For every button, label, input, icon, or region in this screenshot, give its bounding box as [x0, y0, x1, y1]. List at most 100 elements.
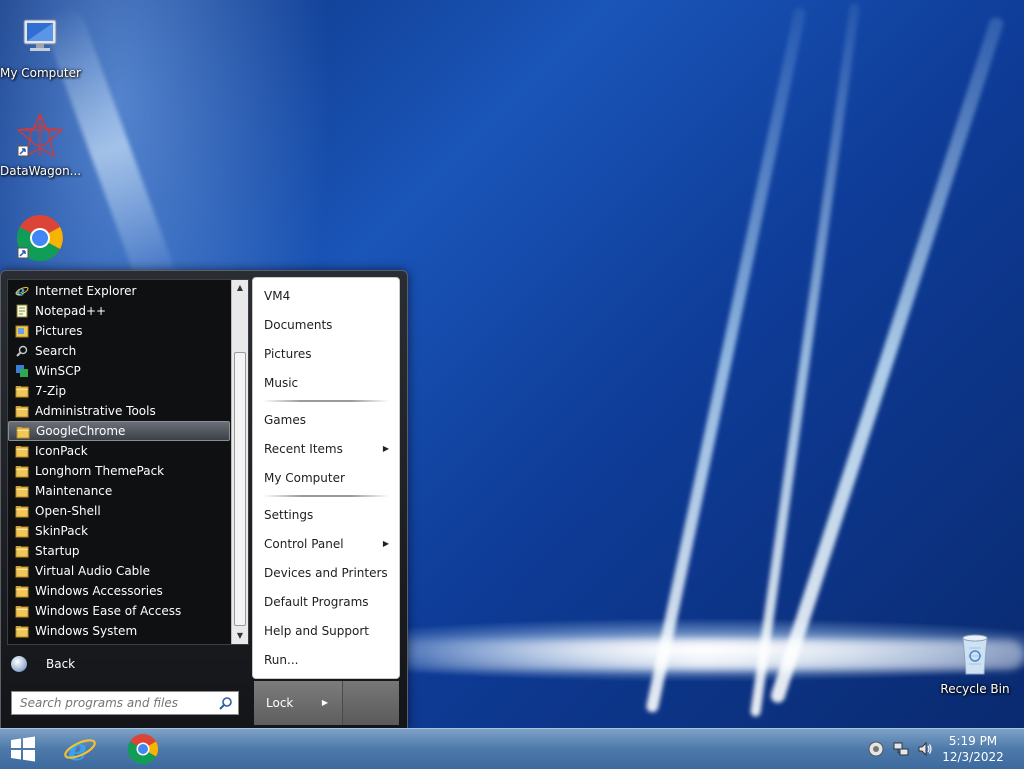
- place-games[interactable]: Games: [253, 406, 399, 434]
- program-label: Virtual Audio Cable: [35, 564, 151, 578]
- program-item[interactable]: GoogleChrome: [8, 421, 230, 441]
- program-item[interactable]: Maintenance: [8, 481, 230, 501]
- place-pictures[interactable]: Pictures: [253, 340, 399, 368]
- separator: [263, 400, 389, 402]
- program-label: 7-Zip: [35, 384, 67, 398]
- shutdown-options-button[interactable]: [342, 681, 399, 725]
- folder-icon: [16, 425, 30, 439]
- folder-icon: [15, 464, 29, 478]
- folder-icon: [15, 624, 29, 638]
- place-help-support[interactable]: Help and Support: [253, 617, 399, 645]
- recycle-bin-icon: [951, 630, 999, 678]
- place-documents[interactable]: Documents: [253, 311, 399, 339]
- program-item[interactable]: Windows Ease of Access: [8, 601, 230, 621]
- internet-explorer-icon: e: [64, 733, 96, 768]
- program-item[interactable]: Pictures: [8, 321, 230, 341]
- chrome-icon: [127, 734, 159, 765]
- scroll-up-arrow-icon[interactable]: ▲: [232, 280, 248, 296]
- folder-icon: [15, 604, 29, 618]
- lock-button[interactable]: Lock ▶: [254, 681, 342, 725]
- program-item[interactable]: Administrative Tools: [8, 401, 230, 421]
- desktop-icon-my-computer[interactable]: My Computer: [0, 14, 81, 80]
- program-item[interactable]: SkinPack: [8, 521, 230, 541]
- program-item[interactable]: WinSCP: [8, 361, 230, 381]
- program-label: Pictures: [35, 324, 83, 338]
- desktop-icon-recycle-bin[interactable]: Recycle Bin: [935, 630, 1015, 696]
- place-devices-printers[interactable]: Devices and Printers: [253, 559, 399, 587]
- desktop-icon-label: My Computer: [0, 66, 81, 80]
- datawagon-icon: [16, 112, 64, 160]
- folder-icon: [15, 564, 29, 578]
- folder-icon: [15, 384, 29, 398]
- program-item[interactable]: Notepad++: [8, 301, 230, 321]
- programs-panel: e Internet Explorer Notepad++ Pictures Searc…: [7, 279, 249, 645]
- folder-icon: [15, 404, 29, 418]
- program-label: IconPack: [35, 444, 88, 458]
- search-icon[interactable]: [219, 695, 233, 710]
- program-item[interactable]: 7-Zip: [8, 381, 230, 401]
- monitor-icon: [16, 14, 64, 62]
- clock-date: 12/3/2022: [942, 750, 1004, 764]
- desktop-icon-datawagon[interactable]: DataWagon...: [0, 112, 81, 178]
- place-settings[interactable]: Settings: [253, 501, 399, 529]
- programs-scrollbar[interactable]: ▲ ▼: [231, 280, 248, 644]
- place-my-computer[interactable]: My Computer: [253, 464, 399, 492]
- clock[interactable]: 5:19 PM 12/3/2022: [938, 733, 1008, 765]
- program-label: Startup: [35, 544, 80, 558]
- program-item[interactable]: Search: [8, 341, 230, 361]
- submenu-arrow-icon: ▶: [382, 539, 389, 548]
- program-label: Notepad++: [35, 304, 107, 318]
- winscp-icon: [15, 364, 29, 378]
- back-button[interactable]: Back: [9, 651, 239, 677]
- speaker-icon[interactable]: [917, 741, 933, 757]
- place-recent-items[interactable]: Recent Items ▶: [253, 435, 399, 463]
- light-streak: [645, 6, 807, 714]
- folder-icon: [15, 524, 29, 538]
- folder-icon: [15, 444, 29, 458]
- folder-icon: [15, 544, 29, 558]
- back-arrow-icon: [11, 656, 27, 672]
- back-label: Back: [46, 657, 76, 671]
- windows-logo-icon: [11, 736, 35, 762]
- start-menu: e Internet Explorer Notepad++ Pictures Searc…: [0, 270, 408, 730]
- place-music[interactable]: Music: [253, 369, 399, 397]
- program-item[interactable]: Longhorn ThemePack: [8, 461, 230, 481]
- scroll-down-arrow-icon[interactable]: ▼: [232, 628, 248, 644]
- search-box[interactable]: [11, 691, 239, 715]
- place-run[interactable]: Run...: [253, 646, 399, 674]
- folder-icon: [15, 584, 29, 598]
- notepad-icon: [15, 304, 29, 318]
- program-item[interactable]: Open-Shell: [8, 501, 230, 521]
- submenu-arrow-icon: ▶: [382, 444, 389, 453]
- start-button[interactable]: [8, 735, 38, 763]
- program-label: Open-Shell: [35, 504, 101, 518]
- place-control-panel[interactable]: Control Panel ▶: [253, 530, 399, 558]
- network-icon[interactable]: [893, 741, 909, 757]
- place-vm4[interactable]: VM4: [253, 282, 399, 310]
- taskbar-internet-explorer[interactable]: e: [62, 732, 98, 768]
- desktop-icon-chrome[interactable]: [0, 214, 80, 266]
- search-input[interactable]: [18, 692, 212, 714]
- light-horizon: [380, 640, 1024, 670]
- program-label: Search: [35, 344, 77, 358]
- program-label: Internet Explorer: [35, 284, 137, 298]
- taskbar-chrome[interactable]: [125, 732, 161, 766]
- program-label: SkinPack: [35, 524, 89, 538]
- svg-text:e: e: [68, 733, 87, 766]
- program-item[interactable]: IconPack: [8, 441, 230, 461]
- scrollbar-thumb[interactable]: [234, 352, 246, 626]
- circle-status-icon[interactable]: [868, 741, 884, 757]
- program-item[interactable]: e Internet Explorer: [8, 281, 230, 301]
- program-item[interactable]: Windows System: [8, 621, 230, 641]
- program-label: Administrative Tools: [35, 404, 156, 418]
- program-item[interactable]: Windows Accessories: [8, 581, 230, 601]
- program-label: Windows System: [35, 624, 138, 638]
- program-item[interactable]: Virtual Audio Cable: [8, 561, 230, 581]
- program-label: WinSCP: [35, 364, 81, 378]
- program-item[interactable]: Startup: [8, 541, 230, 561]
- control-panel-label: Control Panel: [264, 537, 344, 551]
- shutdown-options-arrow-icon[interactable]: ▶: [322, 681, 328, 725]
- program-label: Longhorn ThemePack: [35, 464, 165, 478]
- place-default-programs[interactable]: Default Programs: [253, 588, 399, 616]
- program-label: Windows Accessories: [35, 584, 163, 598]
